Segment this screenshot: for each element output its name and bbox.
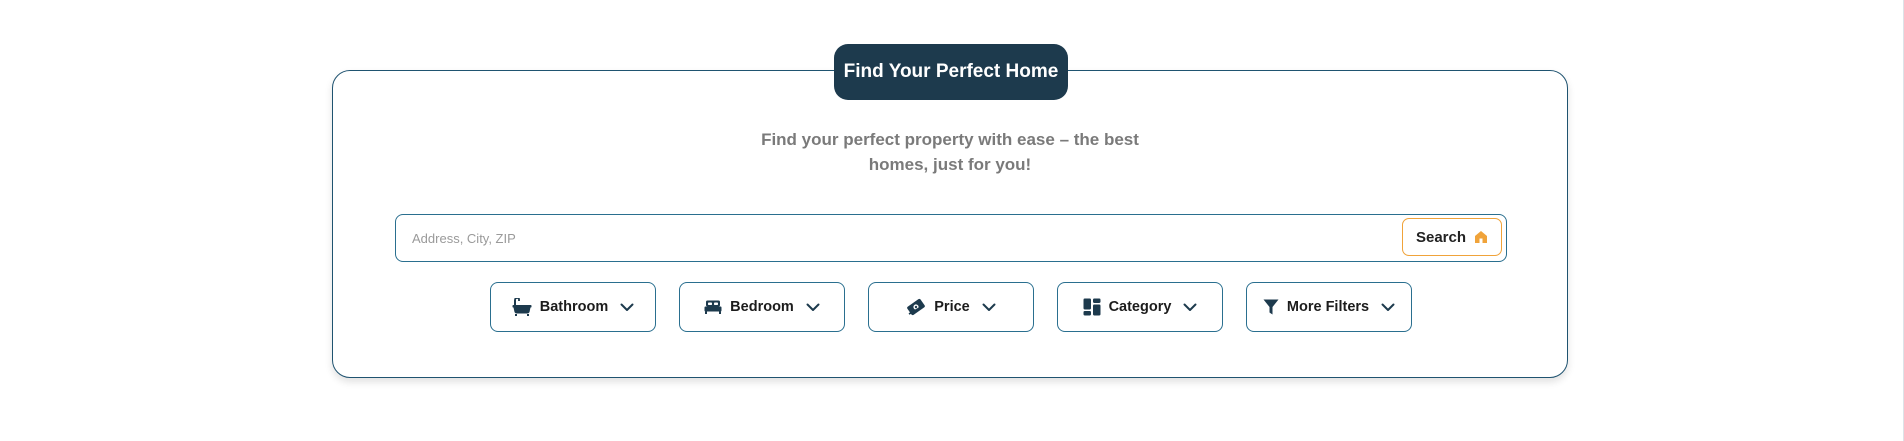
chevron-down-icon	[1183, 303, 1197, 312]
home-icon	[1474, 230, 1488, 244]
bedroom-filter-label: Bedroom	[730, 299, 794, 315]
funnel-icon	[1263, 299, 1279, 315]
subtitle: Find your perfect property with ease – t…	[700, 127, 1200, 177]
search-button-label: Search	[1415, 228, 1467, 246]
price-filter-label: Price	[934, 299, 970, 315]
search-button[interactable]: Search	[1402, 218, 1502, 256]
filter-row: Bathroom Bedroom Price Category More Fil…	[490, 282, 1412, 332]
search-input[interactable]	[410, 215, 1374, 262]
category-filter-label: Category	[1108, 299, 1172, 315]
subtitle-line-1: Find your perfect property with ease – t…	[761, 130, 1139, 149]
category-grid-icon	[1083, 298, 1101, 316]
chevron-down-icon	[1381, 303, 1395, 312]
bathroom-filter-button[interactable]: Bathroom	[490, 282, 656, 332]
chevron-down-icon	[806, 303, 820, 312]
search-bar: Search	[395, 214, 1507, 262]
price-filter-button[interactable]: Price	[868, 282, 1034, 332]
chevron-down-icon	[982, 303, 996, 312]
subtitle-line-2: homes, just for you!	[868, 155, 1032, 174]
bathroom-filter-label: Bathroom	[539, 299, 609, 315]
page: Find Your Perfect Home Find your perfect…	[0, 0, 1904, 441]
bathtub-icon	[512, 298, 532, 316]
price-tag-icon	[906, 297, 926, 317]
bedroom-filter-button[interactable]: Bedroom	[679, 282, 845, 332]
chevron-down-icon	[620, 303, 634, 312]
more-filters-label: More Filters	[1286, 299, 1370, 315]
bed-icon	[704, 300, 722, 314]
more-filters-button[interactable]: More Filters	[1246, 282, 1412, 332]
page-title: Find Your Perfect Home	[834, 44, 1068, 100]
category-filter-button[interactable]: Category	[1057, 282, 1223, 332]
